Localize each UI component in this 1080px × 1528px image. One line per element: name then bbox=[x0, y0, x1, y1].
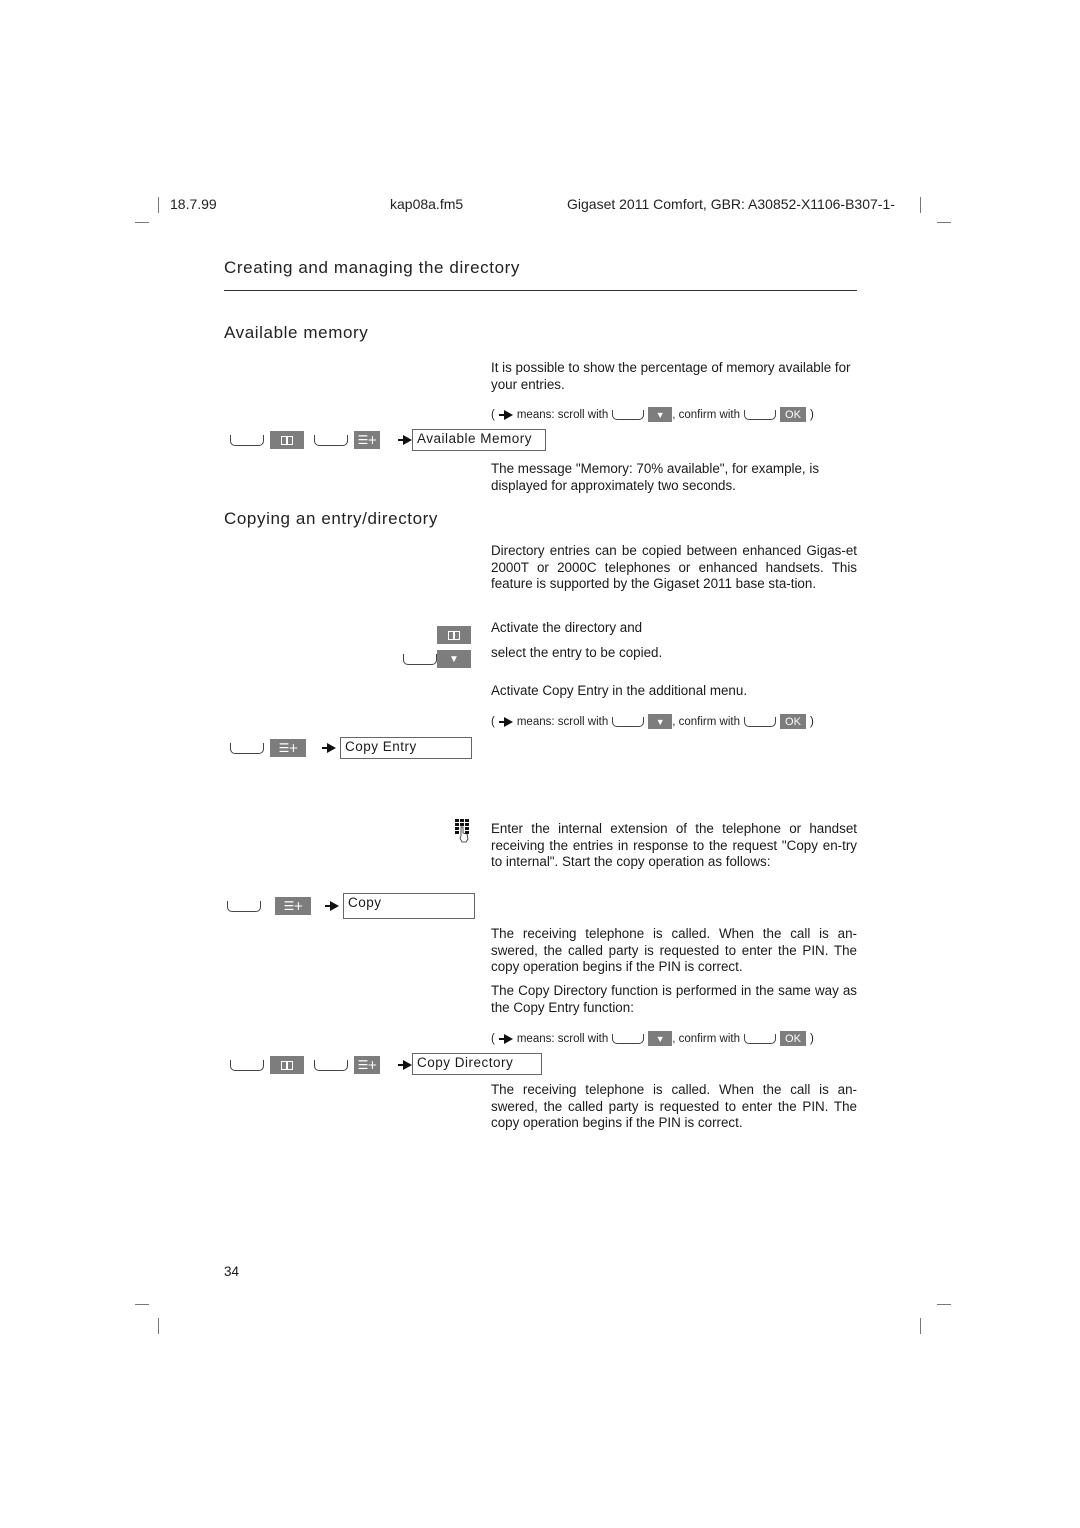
hint-text: , confirm with bbox=[672, 715, 740, 728]
scroll-arrow-icon bbox=[325, 901, 339, 911]
softkey-icon bbox=[403, 653, 437, 665]
display-copy: Copy bbox=[343, 893, 475, 919]
page-number: 34 bbox=[224, 1264, 240, 1279]
menu-plus-icon: ☰+ bbox=[354, 431, 380, 449]
hint-text: means: scroll with bbox=[516, 1032, 609, 1045]
display-copy-directory: Copy Directory bbox=[412, 1053, 542, 1075]
hint-text: means: scroll with bbox=[516, 715, 609, 728]
step-additional-menu: Activate Copy Entry in the additional me… bbox=[491, 683, 748, 698]
scroll-arrow-icon bbox=[498, 1033, 513, 1044]
enter-extension-text: Enter the internal extension of the tele… bbox=[491, 821, 857, 869]
softkey-icon bbox=[743, 1033, 776, 1044]
scroll-arrow-icon bbox=[398, 435, 412, 445]
scroll-arrow-icon bbox=[498, 716, 513, 727]
key-sequence: ☰+ bbox=[227, 897, 339, 915]
navigation-hint: ( means: scroll with ▼ , confirm with OK… bbox=[491, 714, 814, 729]
hint-text: , confirm with bbox=[672, 1032, 740, 1045]
ok-button-icon: OK bbox=[779, 407, 806, 422]
divider bbox=[224, 290, 857, 291]
key-sequence: ☰+ bbox=[230, 739, 336, 757]
crop-mark bbox=[135, 222, 149, 223]
step-select-entry: select the entry to be copied. bbox=[491, 645, 663, 660]
navigation-hint: ( means: scroll with ▼ , confirm with OK… bbox=[491, 1031, 814, 1046]
header-date: 18.7.99 bbox=[170, 196, 217, 212]
keypad-icon bbox=[455, 819, 469, 843]
hint-paren: ) bbox=[809, 1032, 814, 1045]
hint-text: , confirm with bbox=[672, 408, 740, 421]
called-text-2: The receiving telephone is called. When … bbox=[491, 1082, 857, 1130]
softkey-icon bbox=[612, 716, 645, 727]
available-memory-intro: It is possible to show the percentage of… bbox=[491, 360, 851, 392]
softkey-icon bbox=[612, 1033, 645, 1044]
down-arrow-icon: ▼ bbox=[648, 407, 673, 422]
directory-book-icon bbox=[270, 431, 304, 449]
softkey-icon bbox=[230, 742, 264, 754]
crop-mark bbox=[937, 1304, 951, 1305]
crop-mark bbox=[158, 1318, 159, 1334]
hint-paren: ) bbox=[809, 408, 814, 421]
key-sequence: ☰+ bbox=[230, 431, 412, 449]
crop-mark bbox=[920, 197, 921, 213]
navigation-hint: ( means: scroll with ▼ , confirm with OK… bbox=[491, 407, 814, 422]
display-copy-entry: Copy Entry bbox=[340, 737, 472, 759]
down-arrow-icon: ▼ bbox=[648, 1031, 673, 1046]
crop-mark bbox=[920, 1318, 921, 1334]
directory-book-icon bbox=[270, 1056, 304, 1074]
hint-text: means: scroll with bbox=[516, 408, 609, 421]
crop-mark bbox=[937, 222, 951, 223]
crop-mark bbox=[158, 197, 159, 213]
down-arrow-icon: ▼ bbox=[437, 650, 471, 668]
hint-paren: ) bbox=[809, 715, 814, 728]
scroll-arrow-icon bbox=[398, 1060, 412, 1070]
copy-directory-intro: The Copy Directory function is performed… bbox=[491, 983, 857, 1015]
softkey-icon bbox=[227, 900, 261, 912]
copying-intro: Directory entries can be copied between … bbox=[491, 543, 857, 591]
chapter-title: Creating and managing the directory bbox=[224, 258, 520, 277]
scroll-arrow-icon bbox=[498, 409, 513, 420]
key-sequence: ▼ bbox=[403, 650, 471, 668]
menu-plus-icon: ☰+ bbox=[354, 1056, 380, 1074]
called-text-1: The receiving telephone is called. When … bbox=[491, 926, 857, 974]
hint-paren: ( bbox=[491, 1032, 495, 1045]
section-title-copying: Copying an entry/directory bbox=[224, 509, 439, 528]
hint-paren: ( bbox=[491, 408, 495, 421]
header-filename: kap08a.fm5 bbox=[390, 196, 464, 212]
down-arrow-icon: ▼ bbox=[648, 714, 673, 729]
ok-button-icon: OK bbox=[779, 714, 806, 729]
menu-plus-icon: ☰+ bbox=[275, 897, 311, 915]
softkey-icon bbox=[743, 716, 776, 727]
menu-plus-icon: ☰+ bbox=[270, 739, 306, 757]
ok-button-icon: OK bbox=[779, 1031, 806, 1046]
header-product: Gigaset 2011 Comfort, GBR: A30852-X1106-… bbox=[567, 196, 895, 212]
section-title-available-memory: Available memory bbox=[224, 323, 369, 342]
crop-mark bbox=[135, 1304, 149, 1305]
available-memory-result: The message "Memory: 70% available", for… bbox=[491, 461, 820, 493]
softkey-icon bbox=[612, 409, 645, 420]
softkey-icon bbox=[743, 409, 776, 420]
softkey-icon bbox=[314, 1059, 348, 1071]
step-activate-directory: Activate the directory and bbox=[491, 620, 643, 635]
display-available-memory: Available Memory bbox=[412, 429, 546, 451]
softkey-icon bbox=[230, 1059, 264, 1071]
directory-book-icon bbox=[437, 626, 471, 644]
scroll-arrow-icon bbox=[322, 743, 336, 753]
hint-paren: ( bbox=[491, 715, 495, 728]
key-sequence: ☰+ bbox=[230, 1056, 412, 1074]
softkey-icon bbox=[314, 434, 348, 446]
softkey-icon bbox=[230, 434, 264, 446]
